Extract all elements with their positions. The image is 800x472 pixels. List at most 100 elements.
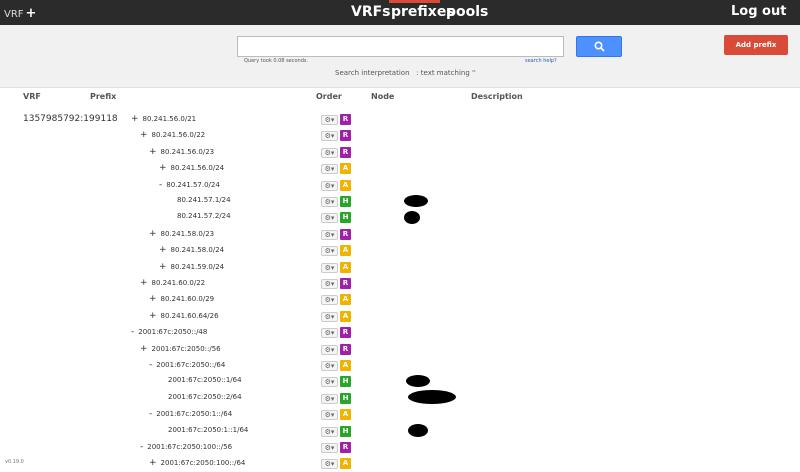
row-options-button[interactable]: ⚙▾: [321, 344, 338, 355]
prefix-label[interactable]: 2001:67c:2050::/64: [156, 361, 225, 369]
expand-icon[interactable]: +: [159, 245, 167, 255]
prefix-label[interactable]: 80.241.56.0/23: [161, 148, 215, 156]
row-options-button[interactable]: ⚙▾: [321, 147, 338, 158]
prefix-label[interactable]: 2001:67c:2050:100::/56: [147, 443, 232, 451]
table-row[interactable]: +80.241.56.0/24 ⚙▾ A: [0, 161, 800, 177]
expand-icon[interactable]: +: [149, 458, 157, 468]
prefix-label[interactable]: 80.241.56.0/22: [152, 131, 206, 139]
row-options-button[interactable]: ⚙▾: [321, 459, 338, 470]
prefix-cell: +80.241.58.0/23: [149, 229, 214, 239]
row-options-button[interactable]: ⚙▾: [321, 279, 338, 289]
table-row[interactable]: +80.241.58.0/23 ⚙▾ R: [0, 227, 800, 243]
row-options-button[interactable]: ⚙▾: [321, 328, 338, 339]
prefix-label[interactable]: 80.241.56.0/21: [143, 115, 197, 123]
row-options-button[interactable]: ⚙▾: [321, 213, 338, 224]
row-options-button[interactable]: ⚙▾: [321, 361, 338, 371]
collapse-icon[interactable]: -: [159, 180, 162, 190]
active-tab-indicator: [389, 0, 440, 3]
table-row[interactable]: 2001:67c:2050::1/64 ⚙▾ H: [0, 374, 800, 390]
table-row[interactable]: 2001:67c:2050::2/64 ⚙▾ H: [0, 391, 800, 407]
prefix-type-badge: A: [340, 245, 351, 257]
table-row[interactable]: +80.241.58.0/24 ⚙▾ A: [0, 243, 800, 259]
collapse-icon[interactable]: -: [131, 327, 134, 337]
expand-icon[interactable]: +: [131, 114, 139, 124]
add-prefix-button[interactable]: Add prefix: [724, 35, 788, 55]
row-options-button[interactable]: ⚙▾: [321, 197, 338, 207]
table-row[interactable]: +80.241.60.64/26 ⚙▾ A: [0, 309, 800, 325]
prefix-label[interactable]: 80.241.57.0/24: [166, 181, 220, 189]
collapse-icon[interactable]: -: [140, 442, 143, 452]
column-header-prefix[interactable]: Prefix: [90, 92, 116, 101]
collapse-icon[interactable]: -: [149, 360, 152, 370]
row-options-button[interactable]: ⚙▾: [321, 410, 338, 421]
prefix-label[interactable]: 2001:67c:2050:1::/64: [156, 410, 232, 418]
table-row[interactable]: -2001:67c:2050::/48 ⚙▾ R: [0, 325, 800, 341]
prefix-label[interactable]: 80.241.58.0/24: [171, 246, 225, 254]
column-header-order[interactable]: Order: [316, 92, 342, 101]
vrf-selector-button[interactable]: VRF +: [4, 6, 36, 21]
row-options-button[interactable]: ⚙▾: [321, 377, 338, 388]
nav-vrfs[interactable]: VRFs: [351, 4, 391, 20]
row-options-button[interactable]: ⚙▾: [321, 115, 338, 125]
row-options-button[interactable]: ⚙▾: [321, 131, 338, 142]
prefix-label[interactable]: 80.241.60.64/26: [161, 312, 219, 320]
prefix-label[interactable]: 2001:67c:2050:100::/64: [161, 459, 246, 467]
prefix-label[interactable]: 80.241.60.0/22: [152, 279, 206, 287]
expand-icon[interactable]: +: [149, 229, 157, 239]
row-options-button[interactable]: ⚙▾: [321, 443, 338, 453]
expand-icon[interactable]: +: [149, 294, 157, 304]
table-row[interactable]: 2001:67c:2050:1::1/64 ⚙▾ H: [0, 424, 800, 440]
prefix-label[interactable]: 80.241.56.0/24: [171, 164, 225, 172]
expand-icon[interactable]: +: [159, 163, 167, 173]
row-options-button[interactable]: ⚙▾: [321, 229, 338, 240]
table-row[interactable]: 80.241.57.2/24 ⚙▾ H: [0, 210, 800, 226]
expand-icon[interactable]: +: [149, 147, 157, 157]
prefix-label[interactable]: 2001:67c:2050::2/64: [168, 393, 242, 401]
table-row[interactable]: 80.241.57.1/24 ⚙▾ H: [0, 194, 800, 210]
prefix-label[interactable]: 80.241.57.1/24: [177, 196, 231, 204]
expand-icon[interactable]: +: [140, 278, 148, 288]
table-row[interactable]: +80.241.60.0/22 ⚙▾ R: [0, 276, 800, 292]
table-row[interactable]: +80.241.56.0/21 ⚙▾ R: [0, 112, 800, 128]
collapse-icon[interactable]: -: [149, 409, 152, 419]
row-options-button[interactable]: ⚙▾: [321, 295, 338, 306]
expand-icon[interactable]: +: [149, 311, 157, 321]
column-header-description[interactable]: Description: [471, 92, 523, 101]
row-options-button[interactable]: ⚙▾: [321, 393, 338, 404]
search-help-link[interactable]: search help?: [525, 58, 557, 64]
expand-icon[interactable]: +: [140, 344, 148, 354]
prefix-label[interactable]: 80.241.57.2/24: [177, 212, 231, 220]
prefix-label[interactable]: 2001:67c:2050::1/64: [168, 376, 242, 384]
row-options-button[interactable]: ⚙▾: [321, 180, 338, 191]
prefix-label[interactable]: 80.241.58.0/23: [161, 230, 215, 238]
expand-icon[interactable]: +: [159, 262, 167, 272]
nav-pools[interactable]: pools: [446, 4, 488, 20]
table-row[interactable]: -2001:67c:2050:100::/56 ⚙▾ R: [0, 440, 800, 456]
prefix-label[interactable]: 80.241.59.0/24: [171, 263, 225, 271]
row-options-button[interactable]: ⚙▾: [321, 246, 338, 257]
row-options-button[interactable]: ⚙▾: [321, 262, 338, 273]
table-row[interactable]: +80.241.60.0/29 ⚙▾ A: [0, 292, 800, 308]
column-header-vrf[interactable]: VRF: [23, 92, 41, 101]
row-options-button[interactable]: ⚙▾: [321, 311, 338, 322]
table-row[interactable]: -80.241.57.0/24 ⚙▾ A: [0, 178, 800, 194]
column-header-node[interactable]: Node: [371, 92, 394, 101]
table-row[interactable]: +80.241.59.0/24 ⚙▾ A: [0, 260, 800, 276]
search-input[interactable]: [237, 36, 564, 57]
prefix-label[interactable]: 2001:67c:2050:1::1/64: [168, 426, 248, 434]
table-row[interactable]: +2001:67c:2050:100::/64 ⚙▾ A: [0, 456, 800, 472]
search-button[interactable]: [576, 36, 622, 57]
table-row[interactable]: +80.241.56.0/22 ⚙▾ R: [0, 128, 800, 144]
table-row[interactable]: -2001:67c:2050::/64 ⚙▾ A: [0, 358, 800, 374]
prefix-cell: +80.241.60.0/29: [149, 294, 214, 304]
prefix-label[interactable]: 2001:67c:2050::/56: [152, 345, 221, 353]
row-options-button[interactable]: ⚙▾: [321, 164, 338, 175]
expand-icon[interactable]: +: [140, 130, 148, 140]
prefix-label[interactable]: 80.241.60.0/29: [161, 295, 215, 303]
table-row[interactable]: +80.241.56.0/23 ⚙▾ R: [0, 145, 800, 161]
table-row[interactable]: +2001:67c:2050::/56 ⚙▾ R: [0, 342, 800, 358]
prefix-label[interactable]: 2001:67c:2050::/48: [138, 328, 207, 336]
table-row[interactable]: -2001:67c:2050:1::/64 ⚙▾ A: [0, 407, 800, 423]
logout-link[interactable]: Log out: [731, 4, 786, 19]
row-options-button[interactable]: ⚙▾: [321, 426, 338, 437]
